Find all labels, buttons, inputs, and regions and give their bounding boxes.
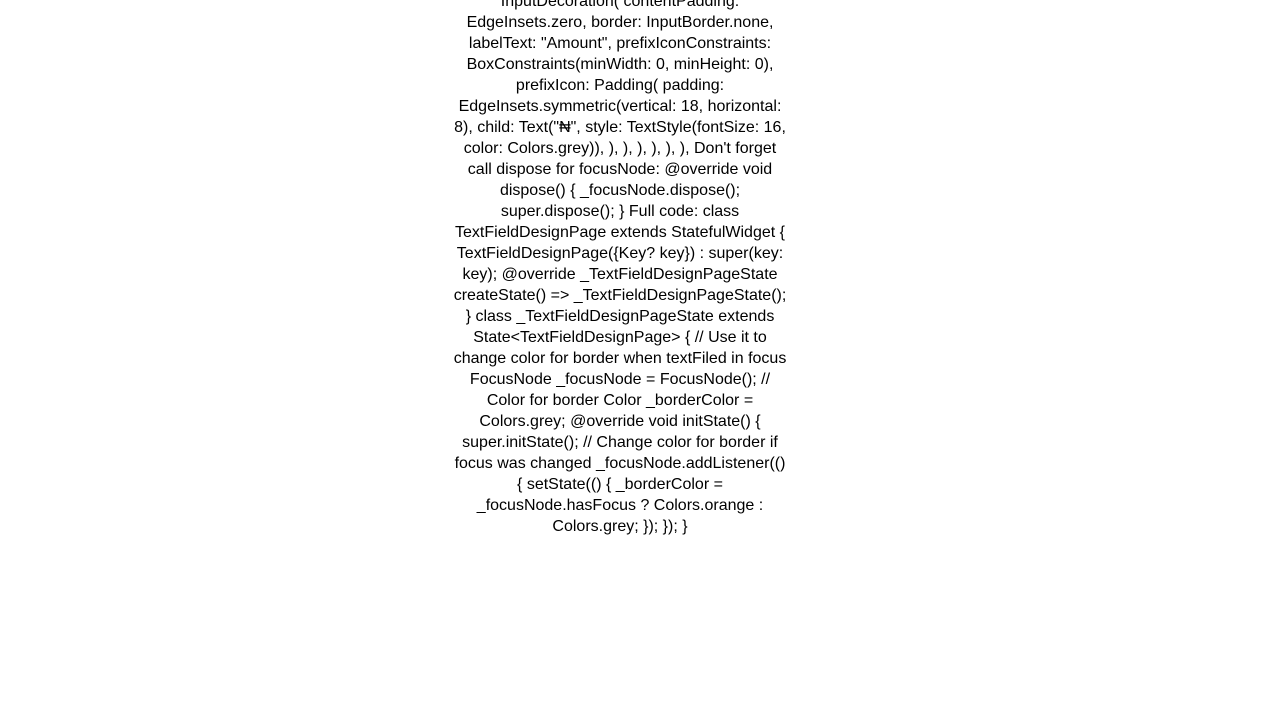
- code-text-block: TextInputType.number, decoration: InputD…: [450, 0, 790, 537]
